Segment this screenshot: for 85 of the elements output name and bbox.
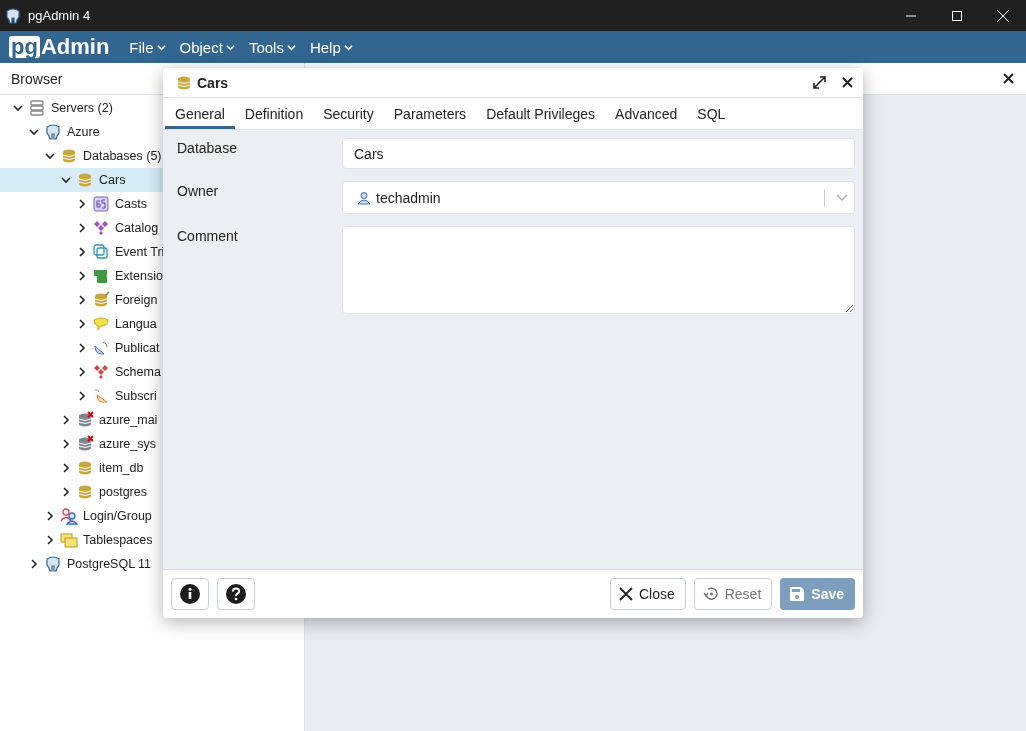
tree-item[interactable]: Subscri xyxy=(0,384,304,408)
chevron-right-icon[interactable] xyxy=(77,391,87,401)
database-icon xyxy=(76,459,94,477)
tab[interactable]: Default Privileges xyxy=(476,98,606,129)
diamond-grid-icon xyxy=(92,363,110,381)
maximize-icon xyxy=(952,10,962,21)
tab[interactable]: SQL xyxy=(687,98,736,129)
tree-item[interactable]: Extensio xyxy=(0,264,304,288)
tree-item[interactable]: postgres xyxy=(0,480,304,504)
tree-item[interactable]: azure_sys xyxy=(0,432,304,456)
tree-item[interactable]: Tablespaces xyxy=(0,528,304,552)
database-icon xyxy=(76,483,94,501)
reset-icon xyxy=(702,586,719,602)
close-icon xyxy=(618,587,633,601)
chevron-right-icon[interactable] xyxy=(61,487,71,497)
dialog-title: Cars xyxy=(197,74,230,91)
chevron-right-icon[interactable] xyxy=(77,223,87,233)
user-icon xyxy=(357,190,371,205)
close-icon[interactable] xyxy=(842,77,853,88)
chevron-right-icon[interactable] xyxy=(61,439,71,449)
chevron-down-icon xyxy=(343,42,353,52)
chevron-right-icon[interactable] xyxy=(45,511,55,521)
folders-icon xyxy=(60,531,78,549)
menu-item[interactable]: Help xyxy=(309,38,353,56)
app-logo: pgAdmin xyxy=(9,36,110,58)
chevron-right-icon[interactable] xyxy=(61,463,71,473)
input-field[interactable] xyxy=(342,226,855,314)
tab[interactable]: Parameters xyxy=(383,98,477,129)
field-label: Database xyxy=(177,139,238,156)
server-stack-icon xyxy=(28,99,46,117)
tree-item[interactable]: Foreign xyxy=(0,288,304,312)
select-field[interactable]: techadmin xyxy=(342,181,855,214)
puzzle-icon xyxy=(92,267,110,285)
tab[interactable]: Security xyxy=(313,98,384,129)
chevron-down-icon xyxy=(225,42,235,52)
database-icon xyxy=(76,171,94,189)
menu-item[interactable]: Tools xyxy=(248,38,296,56)
database-icon xyxy=(60,147,78,165)
chevron-right-icon[interactable] xyxy=(77,295,87,305)
close-icon xyxy=(997,9,1009,22)
chevron-right-icon[interactable] xyxy=(77,343,87,353)
info-button[interactable] xyxy=(171,578,209,610)
help-button[interactable] xyxy=(217,578,255,610)
satellite-dish-icon xyxy=(92,387,110,405)
menu-item[interactable]: File xyxy=(129,38,166,56)
chevron-down-icon[interactable] xyxy=(45,151,55,161)
chevron-down-icon[interactable] xyxy=(29,127,39,137)
close-button[interactable]: Close xyxy=(609,578,686,610)
database-with-x-icon xyxy=(76,411,94,429)
chevron-right-icon[interactable] xyxy=(29,559,39,569)
users-icon xyxy=(60,507,78,525)
chevron-down-icon[interactable] xyxy=(13,103,23,113)
chevron-right-icon[interactable] xyxy=(77,367,87,377)
tree-item[interactable]: Login/Group xyxy=(0,504,304,528)
chevron-down-icon xyxy=(156,42,166,52)
input-field[interactable]: Cars xyxy=(342,138,855,169)
squares-arrow-icon xyxy=(92,243,110,261)
window-title: pgAdmin 4 xyxy=(28,8,92,23)
expand-icon[interactable] xyxy=(813,76,826,89)
database-arrow-icon xyxy=(92,291,110,309)
close-icon[interactable] xyxy=(1003,73,1014,84)
chevron-right-icon[interactable] xyxy=(61,415,71,425)
chevron-down-icon xyxy=(286,42,296,52)
menu-item[interactable]: Object xyxy=(179,38,235,56)
tab[interactable]: Advanced xyxy=(605,98,688,129)
tree-item[interactable]: azure_mai xyxy=(0,408,304,432)
help-icon xyxy=(225,583,247,605)
speech-bubble-icon xyxy=(92,315,110,333)
database-with-x-icon xyxy=(76,435,94,453)
chevron-right-icon[interactable] xyxy=(77,319,87,329)
tree-item[interactable]: PostgreSQL 11 xyxy=(0,552,304,576)
tree-item[interactable]: Schema xyxy=(0,360,304,384)
chevron-right-icon[interactable] xyxy=(77,199,87,209)
chevron-right-icon[interactable] xyxy=(77,271,87,281)
chevron-right-icon[interactable] xyxy=(45,535,55,545)
tree-item[interactable]: item_db xyxy=(0,456,304,480)
casts-icon xyxy=(92,195,110,213)
chevron-right-icon[interactable] xyxy=(77,247,87,257)
chevron-down-icon[interactable] xyxy=(61,175,71,185)
diamond-grid-icon xyxy=(92,219,110,237)
tree-item[interactable]: Publicat xyxy=(0,336,304,360)
satellite-dish-icon xyxy=(92,339,110,357)
tree-item[interactable]: Langua xyxy=(0,312,304,336)
tab[interactable]: Definition xyxy=(234,98,314,129)
info-icon xyxy=(179,583,201,605)
